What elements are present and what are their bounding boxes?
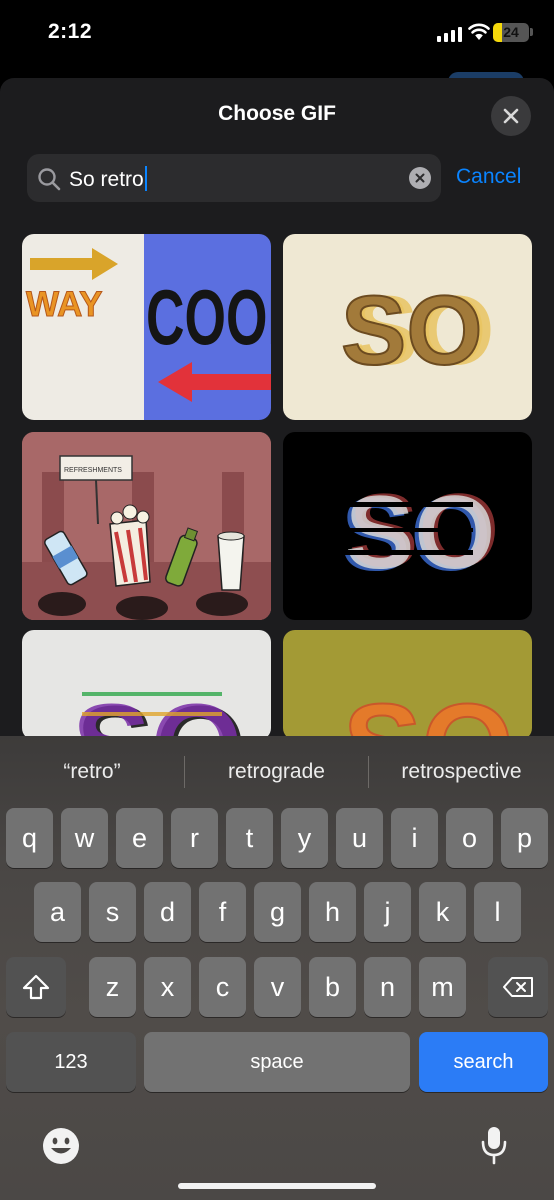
suggestion-bar: “retro” retrograde retrospective xyxy=(0,736,554,806)
gif-so-text: SO xyxy=(341,275,483,385)
gif-so-olive-text: SO xyxy=(343,680,514,740)
battery-level: 24 xyxy=(503,24,519,40)
key-q[interactable]: q xyxy=(6,808,53,868)
key-p[interactable]: p xyxy=(501,808,548,868)
key-c[interactable]: c xyxy=(199,957,246,1017)
key-b[interactable]: b xyxy=(309,957,356,1017)
keyboard: “retro” retrograde retrospective q w e r… xyxy=(0,736,554,1200)
key-d[interactable]: d xyxy=(144,882,191,942)
key-m[interactable]: m xyxy=(419,957,466,1017)
key-e[interactable]: e xyxy=(116,808,163,868)
key-l[interactable]: l xyxy=(474,882,521,942)
battery-icon: 24 xyxy=(493,23,529,42)
close-icon xyxy=(503,108,519,124)
status-time: 2:12 xyxy=(48,20,93,43)
key-y[interactable]: y xyxy=(281,808,328,868)
cellular-signal-icon xyxy=(437,26,462,42)
gif-refreshments[interactable]: REFRESHMENTS xyxy=(22,432,271,620)
key-g[interactable]: g xyxy=(254,882,301,942)
sheet-title: Choose GIF xyxy=(218,102,336,125)
wifi-icon xyxy=(468,23,490,40)
key-i[interactable]: i xyxy=(391,808,438,868)
shift-key[interactable] xyxy=(6,957,66,1017)
search-input[interactable]: So retro xyxy=(69,168,144,191)
delete-key[interactable] xyxy=(488,957,548,1017)
clear-x-icon xyxy=(415,173,425,183)
suggestion-3[interactable]: retrospective xyxy=(369,760,554,784)
status-bar: 2:12 24 xyxy=(0,0,554,70)
key-r[interactable]: r xyxy=(171,808,218,868)
gif-so-glitch-white[interactable]: SO SO xyxy=(22,630,271,740)
space-key[interactable]: space xyxy=(144,1032,410,1092)
gif-so-white-text: SO xyxy=(72,680,243,740)
gif-refreshments-sign: REFRESHMENTS xyxy=(64,467,122,474)
gif-so-olive[interactable]: SO xyxy=(283,630,532,740)
gif-so-glitch-text: SO xyxy=(345,475,495,591)
battery-cap xyxy=(530,28,533,36)
key-x[interactable]: x xyxy=(144,957,191,1017)
key-s[interactable]: s xyxy=(89,882,136,942)
suggestion-2[interactable]: retrograde xyxy=(185,760,368,784)
delete-icon xyxy=(503,977,533,997)
key-k[interactable]: k xyxy=(419,882,466,942)
gif-way-cool[interactable]: WAY COOL xyxy=(22,234,271,420)
emoji-icon[interactable] xyxy=(42,1127,80,1165)
gif-so-glitch-black[interactable]: SO SO SO xyxy=(283,432,532,620)
key-w[interactable]: w xyxy=(61,808,108,868)
close-button[interactable] xyxy=(491,96,531,136)
clear-search-button[interactable] xyxy=(409,167,431,189)
numbers-key[interactable]: 123 xyxy=(6,1032,136,1092)
key-f[interactable]: f xyxy=(199,882,246,942)
key-u[interactable]: u xyxy=(336,808,383,868)
key-h[interactable]: h xyxy=(309,882,356,942)
search-field[interactable]: So retro xyxy=(27,154,441,202)
cancel-button[interactable]: Cancel xyxy=(456,165,521,189)
home-indicator xyxy=(178,1183,376,1189)
gif-word-cool: COOL xyxy=(146,275,271,361)
text-caret xyxy=(144,166,147,191)
key-v[interactable]: v xyxy=(254,957,301,1017)
gif-word-way: WAY xyxy=(26,285,103,324)
key-a[interactable]: a xyxy=(34,882,81,942)
key-n[interactable]: n xyxy=(364,957,411,1017)
magnifier-icon xyxy=(38,168,61,191)
gif-so-beige[interactable]: SO SO SO xyxy=(283,234,532,420)
key-j[interactable]: j xyxy=(364,882,411,942)
microphone-icon[interactable] xyxy=(480,1125,508,1165)
key-t[interactable]: t xyxy=(226,808,273,868)
key-z[interactable]: z xyxy=(89,957,136,1017)
suggestion-1[interactable]: “retro” xyxy=(0,760,184,784)
shift-icon xyxy=(22,974,50,1000)
key-o[interactable]: o xyxy=(446,808,493,868)
search-key[interactable]: search xyxy=(419,1032,548,1092)
